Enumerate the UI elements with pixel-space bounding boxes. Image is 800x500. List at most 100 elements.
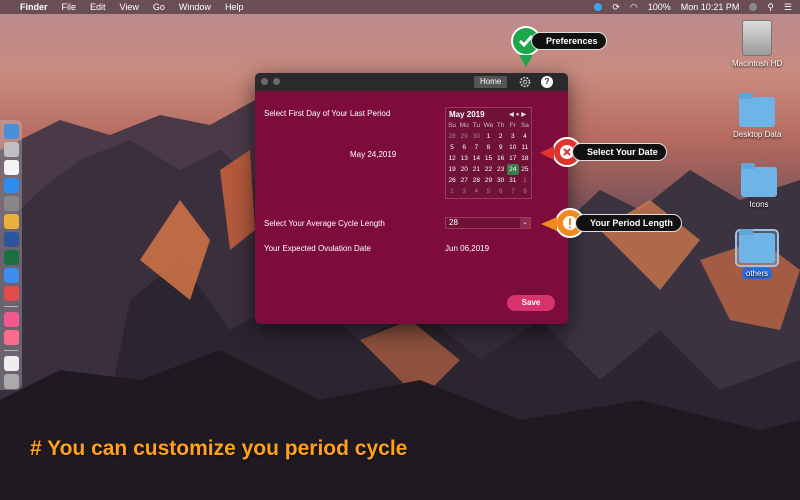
calendar-day[interactable]: 2	[446, 186, 458, 197]
desktop-icon-label: others	[741, 268, 773, 279]
calendar-day[interactable]: 16	[495, 153, 507, 164]
menu-extras: ⟳ ◠ 100% Mon 10:21 PM ⚲ ☰	[594, 0, 792, 14]
calendar-weekday: Mo	[459, 122, 469, 129]
calendar-day[interactable]: 5	[482, 186, 494, 197]
calendar-day[interactable]: 7	[507, 186, 519, 197]
calendar-day[interactable]: 21	[470, 164, 482, 175]
calendar-day[interactable]: 23	[495, 164, 507, 175]
calendar-day[interactable]: 10	[507, 142, 519, 153]
minimize-window-button[interactable]	[273, 78, 280, 85]
calendar-day[interactable]: 22	[482, 164, 494, 175]
calendar-day[interactable]: 12	[446, 153, 458, 164]
desktop-icon-others[interactable]: others	[735, 229, 779, 279]
launchpad-icon[interactable]	[3, 142, 19, 157]
chrome-icon[interactable]	[3, 214, 19, 229]
close-window-button[interactable]	[261, 78, 268, 85]
trash-icon[interactable]	[3, 374, 19, 389]
calendar-day[interactable]: 8	[519, 186, 531, 197]
gear-icon[interactable]	[518, 75, 532, 89]
calendar-day[interactable]: 28	[470, 175, 482, 186]
period-tracker-window: Home ? Select First Day of Your Last Per…	[255, 73, 568, 324]
calendar-day[interactable]: 7	[470, 142, 482, 153]
photo-app-icon[interactable]	[3, 330, 19, 345]
menu-view[interactable]: View	[120, 2, 139, 12]
notes-icon[interactable]	[3, 160, 19, 175]
word-icon[interactable]	[3, 232, 19, 247]
battery-text[interactable]: 100%	[648, 2, 671, 12]
first-day-label: Select First Day of Your Last Period	[264, 109, 391, 118]
calendar-day[interactable]: 1	[482, 131, 494, 142]
calendar-day[interactable]: 25	[519, 164, 531, 175]
calendar-picker[interactable]: May 2019 ◀●▶ Su Mo Tu We Th Fr Sa 28 29 30 1 2 3 4 5 6 7…	[445, 107, 532, 199]
sync-icon[interactable]: ⟳	[612, 2, 620, 13]
chevron-down-icon[interactable]: ⌄	[520, 218, 530, 228]
calendar-day[interactable]: 30	[470, 131, 482, 142]
menu-go[interactable]: Go	[153, 2, 165, 12]
calendar-day[interactable]: 3	[458, 186, 470, 197]
music-icon[interactable]	[3, 312, 19, 327]
calendar-day[interactable]: 2	[495, 131, 507, 142]
callout-pointer-icon	[540, 146, 554, 160]
folder-icon	[739, 93, 776, 127]
calendar-day[interactable]: 31	[507, 175, 519, 186]
spotlight-icon[interactable]: ⚲	[767, 2, 774, 13]
calendar-day[interactable]: 17	[507, 153, 519, 164]
menu-help[interactable]: Help	[225, 2, 244, 12]
calendar-day[interactable]: 9	[495, 142, 507, 153]
menu-finder[interactable]: Finder	[20, 2, 48, 12]
calendar-day[interactable]: 4	[470, 186, 482, 197]
help-button[interactable]: ?	[541, 76, 553, 88]
calendar-day[interactable]: 6	[458, 142, 470, 153]
cycle-length-select[interactable]: 28 ⌄	[445, 217, 531, 229]
menu-file[interactable]: File	[62, 2, 77, 12]
app-status-icon[interactable]	[594, 3, 603, 11]
calendar-day[interactable]: 29	[458, 131, 470, 142]
blocked-app-icon[interactable]	[3, 286, 19, 301]
period-length-callout: Your Period Length	[555, 208, 682, 238]
document-icon[interactable]	[3, 356, 19, 371]
calendar-day[interactable]: 26	[446, 175, 458, 186]
calendar-header: May 2019 ◀●▶	[446, 108, 531, 120]
finder-icon[interactable]	[3, 124, 19, 139]
calendar-day[interactable]: 6	[495, 186, 507, 197]
preferences-callout-label: Preferences	[531, 32, 607, 50]
calendar-day[interactable]: 3	[507, 131, 519, 142]
app-store-icon[interactable]	[3, 178, 19, 193]
calendar-day[interactable]: 28	[446, 131, 458, 142]
preferences-icon[interactable]	[3, 196, 19, 211]
calendar-day[interactable]: 8	[482, 142, 494, 153]
calendar-day[interactable]: 14	[470, 153, 482, 164]
desktop-icon-icons[interactable]: Icons	[741, 163, 777, 209]
desktop-icon-macintosh-hd[interactable]: Macintosh HD	[732, 20, 782, 68]
promo-caption: # You can customize you period cycle	[30, 437, 408, 460]
calendar-day[interactable]: 27	[458, 175, 470, 186]
calendar-day[interactable]: 13	[458, 153, 470, 164]
preferences-callout: Preferences	[511, 26, 607, 56]
xcode-icon[interactable]	[3, 268, 19, 283]
menu-window[interactable]: Window	[179, 2, 211, 12]
calendar-day[interactable]: 19	[446, 164, 458, 175]
cycle-length-value: 28	[449, 218, 458, 227]
user-icon[interactable]	[749, 3, 758, 11]
calendar-day[interactable]: 5	[446, 142, 458, 153]
calendar-day[interactable]: 18	[519, 153, 531, 164]
excel-icon[interactable]	[3, 250, 19, 265]
clock[interactable]: Mon 10:21 PM	[681, 2, 740, 12]
wifi-icon[interactable]: ◠	[630, 2, 638, 13]
notification-center-icon[interactable]: ☰	[784, 2, 792, 13]
calendar-day[interactable]: 15	[482, 153, 494, 164]
calendar-nav[interactable]: ◀●▶	[509, 111, 528, 118]
home-button[interactable]: Home	[474, 76, 508, 88]
calendar-day[interactable]: 29	[482, 175, 494, 186]
calendar-day[interactable]: 1	[519, 175, 531, 186]
hard-drive-icon	[742, 20, 773, 56]
save-button[interactable]: Save	[507, 295, 555, 311]
calendar-day[interactable]: 20	[458, 164, 470, 175]
calendar-day[interactable]: 24	[506, 164, 519, 175]
calendar-day[interactable]: 30	[495, 175, 507, 186]
desktop-icon-desktop-data[interactable]: Desktop Data	[733, 93, 781, 139]
calendar-day[interactable]: 4	[519, 131, 531, 142]
menu-edit[interactable]: Edit	[90, 2, 106, 12]
dock	[0, 120, 22, 390]
calendar-day[interactable]: 11	[519, 142, 531, 153]
